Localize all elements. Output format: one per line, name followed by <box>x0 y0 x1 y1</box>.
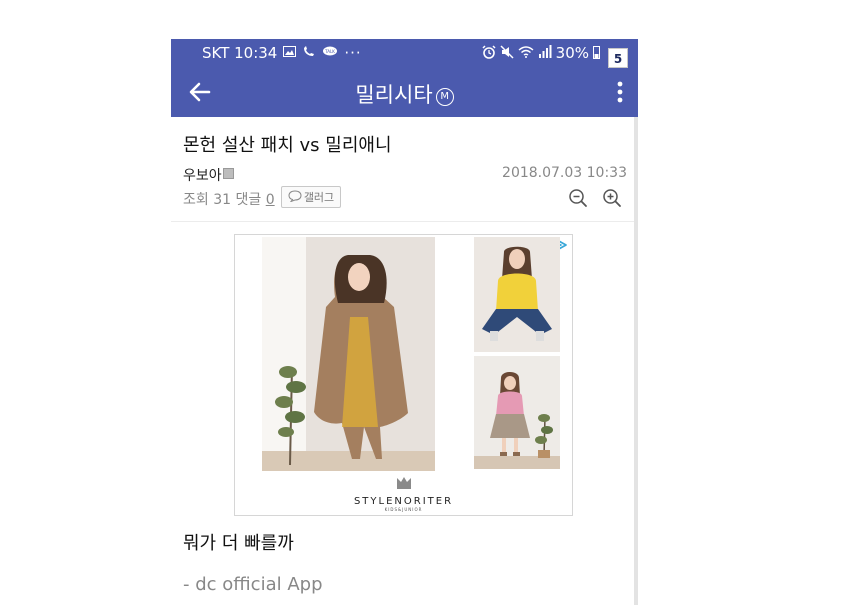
header-divider <box>171 221 634 222</box>
alarm-icon <box>482 44 496 62</box>
speech-bubble-icon <box>288 189 302 205</box>
gallery-icon <box>283 46 297 60</box>
mute-icon <box>500 44 514 62</box>
gallery-title-text: 밀리시타 <box>355 83 433 107</box>
wifi-icon <box>518 45 534 61</box>
minor-gallery-mark: M <box>435 88 454 106</box>
status-bar: SKT 10:34 TALK ··· 30% <box>171 39 638 67</box>
battery-percent: 30% <box>555 44 589 62</box>
svg-text:TALK: TALK <box>324 49 335 54</box>
post-stats: 조회 31 댓글 0 <box>183 189 275 209</box>
brand-logo: STYLENORITER KIDS&JUNIOR <box>235 475 572 515</box>
author-badge-icon <box>222 168 234 179</box>
ad-bottom-photo <box>474 356 560 469</box>
notification-badge: 5 <box>608 48 628 68</box>
more-dots-icon: ··· <box>344 44 362 62</box>
post-body: 뭐가 더 빠를까 <box>183 533 294 554</box>
post-title: 몬헌 설산 패치 vs 밀리애니 <box>183 135 392 156</box>
app-bar: 밀리시타 M <box>171 67 638 117</box>
status-left: SKT 10:34 TALK ··· <box>202 44 362 62</box>
overflow-menu-icon[interactable] <box>614 79 626 105</box>
ad-main-photo <box>262 237 435 471</box>
comments-count[interactable]: 0 <box>266 192 275 208</box>
talk-icon: TALK <box>322 46 338 61</box>
brand-name: STYLENORITER <box>353 496 454 507</box>
gallery-button-label: 갤러그 <box>303 191 335 204</box>
views-label: 조회 <box>183 192 209 208</box>
battery-icon <box>593 45 600 62</box>
signal-icon <box>538 45 552 61</box>
post-date: 2018.07.03 10:33 <box>502 165 627 181</box>
ad-top-photo <box>474 237 560 352</box>
carrier-time: SKT 10:34 <box>202 44 278 62</box>
status-right: 30% <box>482 44 600 62</box>
scrollbar[interactable] <box>634 117 638 605</box>
author-name: 우보아 <box>183 168 222 184</box>
advertisement-banner[interactable]: STYLENORITER KIDS&JUNIOR <box>234 234 573 516</box>
brand-mark-icon <box>396 477 411 489</box>
brand-sub: KIDS&JUNIOR <box>384 507 423 512</box>
gallery-button[interactable]: 갤러그 <box>281 186 341 208</box>
post-author[interactable]: 우보아 <box>183 165 234 185</box>
phone-screen: SKT 10:34 TALK ··· 30% 밀리시타 M 5 몬헌 설산 패치… <box>171 39 638 605</box>
zoom-in-icon[interactable] <box>602 188 622 208</box>
gallery-title: 밀리시타 M <box>171 79 638 109</box>
call-icon <box>302 45 316 61</box>
post-signature: - dc official App <box>183 574 323 595</box>
comments-label: 댓글 <box>235 192 262 208</box>
zoom-out-icon[interactable] <box>568 188 588 208</box>
views-count: 31 <box>213 192 232 208</box>
